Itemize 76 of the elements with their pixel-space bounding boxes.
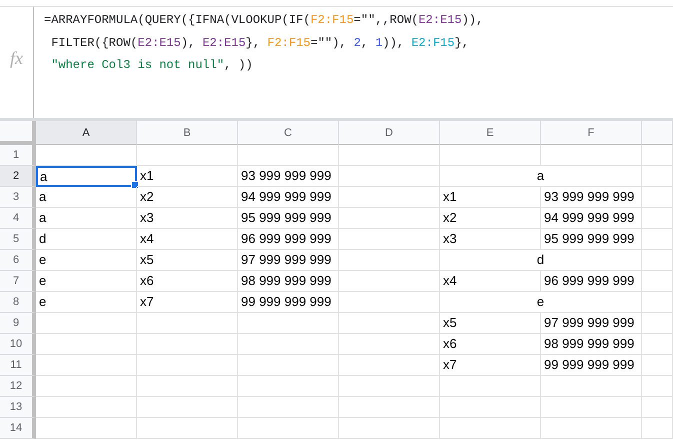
table-cell: 95 999 999 999 [541,229,642,250]
empty-cell [642,145,673,166]
column-header[interactable]: B [137,121,238,145]
table-cell: 99 999 999 999 [238,292,339,313]
column-header[interactable]: A [36,121,137,145]
table-cell: x6 [440,334,541,355]
empty-cell [642,334,673,355]
empty-cell [642,271,673,292]
row-header[interactable]: 7 [0,271,36,292]
table-cell: x3 [440,229,541,250]
empty-cell [642,397,673,418]
empty-cell [642,166,673,187]
table-cell: d [440,250,642,271]
row-header[interactable]: 10 [0,334,36,355]
table-cell: 96 999 999 999 [238,229,339,250]
row-header[interactable]: 1 [0,145,36,166]
row-header[interactable]: 12 [0,376,36,397]
table-cell: e [36,271,137,292]
table-cell: x7 [137,292,238,313]
table-cell: 99 999 999 999 [541,355,642,376]
table-cell: x4 [137,229,238,250]
row-header[interactable]: 11 [0,355,36,376]
column-header[interactable]: E [440,121,541,145]
row-header[interactable]: 14 [0,418,36,439]
table-cell: 98 999 999 999 [238,271,339,292]
empty-cell [642,250,673,271]
table-cell: 93 999 999 999 [541,187,642,208]
fill-handle[interactable] [131,181,139,189]
table-cell: 96 999 999 999 [541,271,642,292]
row-header[interactable]: 2 [0,166,36,187]
column-header[interactable] [642,121,673,145]
table-cell: x2 [137,187,238,208]
table-cell: x3 [137,208,238,229]
table-cell: 98 999 999 999 [541,334,642,355]
empty-cell [642,187,673,208]
table-cell: e [36,292,137,313]
row-header[interactable]: 9 [0,313,36,334]
table-cell: x7 [440,355,541,376]
table-cell: 97 999 999 999 [541,313,642,334]
table-cell: e [36,250,137,271]
column-header[interactable]: D [339,121,440,145]
table-cell: a [36,166,137,187]
row-header[interactable]: 6 [0,250,36,271]
table-cell: a [440,166,642,187]
table-cell: 94 999 999 999 [541,208,642,229]
table-cell: 95 999 999 999 [238,208,339,229]
table-cell: 94 999 999 999 [238,187,339,208]
column-header[interactable]: F [541,121,642,145]
row-header[interactable]: 3 [0,187,36,208]
empty-cell [642,376,673,397]
table-cell: x2 [440,208,541,229]
column-header[interactable]: C [238,121,339,145]
empty-cell [642,229,673,250]
table-cell: a [36,187,137,208]
table-cell: d [36,229,137,250]
empty-cell [642,355,673,376]
table-cell: 93 999 999 999 [238,166,339,187]
select-all-corner[interactable] [0,121,36,145]
table-cell: x5 [137,250,238,271]
table-cell: x4 [440,271,541,292]
empty-cell [642,313,673,334]
table-cell: x1 [440,187,541,208]
empty-cell [642,208,673,229]
table-cell: x6 [137,271,238,292]
empty-cell [642,418,673,439]
row-header[interactable]: 13 [0,397,36,418]
table-cell: 97 999 999 999 [238,250,339,271]
formula-input[interactable]: =ARRAYFORMULA(QUERY({IFNA(VLOOKUP(IF(F2:F15="",,ROW(E2:E15)), FILTER({ROW(E2:E15), E2:E15}, F2:F15=""), 2, 1)), E2:F15}, "where Col3 is not null", )) [34,7,494,118]
table-cell: x1 [137,166,238,187]
table-cell: a [36,208,137,229]
row-header[interactable]: 8 [0,292,36,313]
table-cell: e [440,292,642,313]
table-cell: x5 [440,313,541,334]
row-header[interactable]: 5 [0,229,36,250]
row-header[interactable]: 4 [0,208,36,229]
empty-cell [642,292,673,313]
